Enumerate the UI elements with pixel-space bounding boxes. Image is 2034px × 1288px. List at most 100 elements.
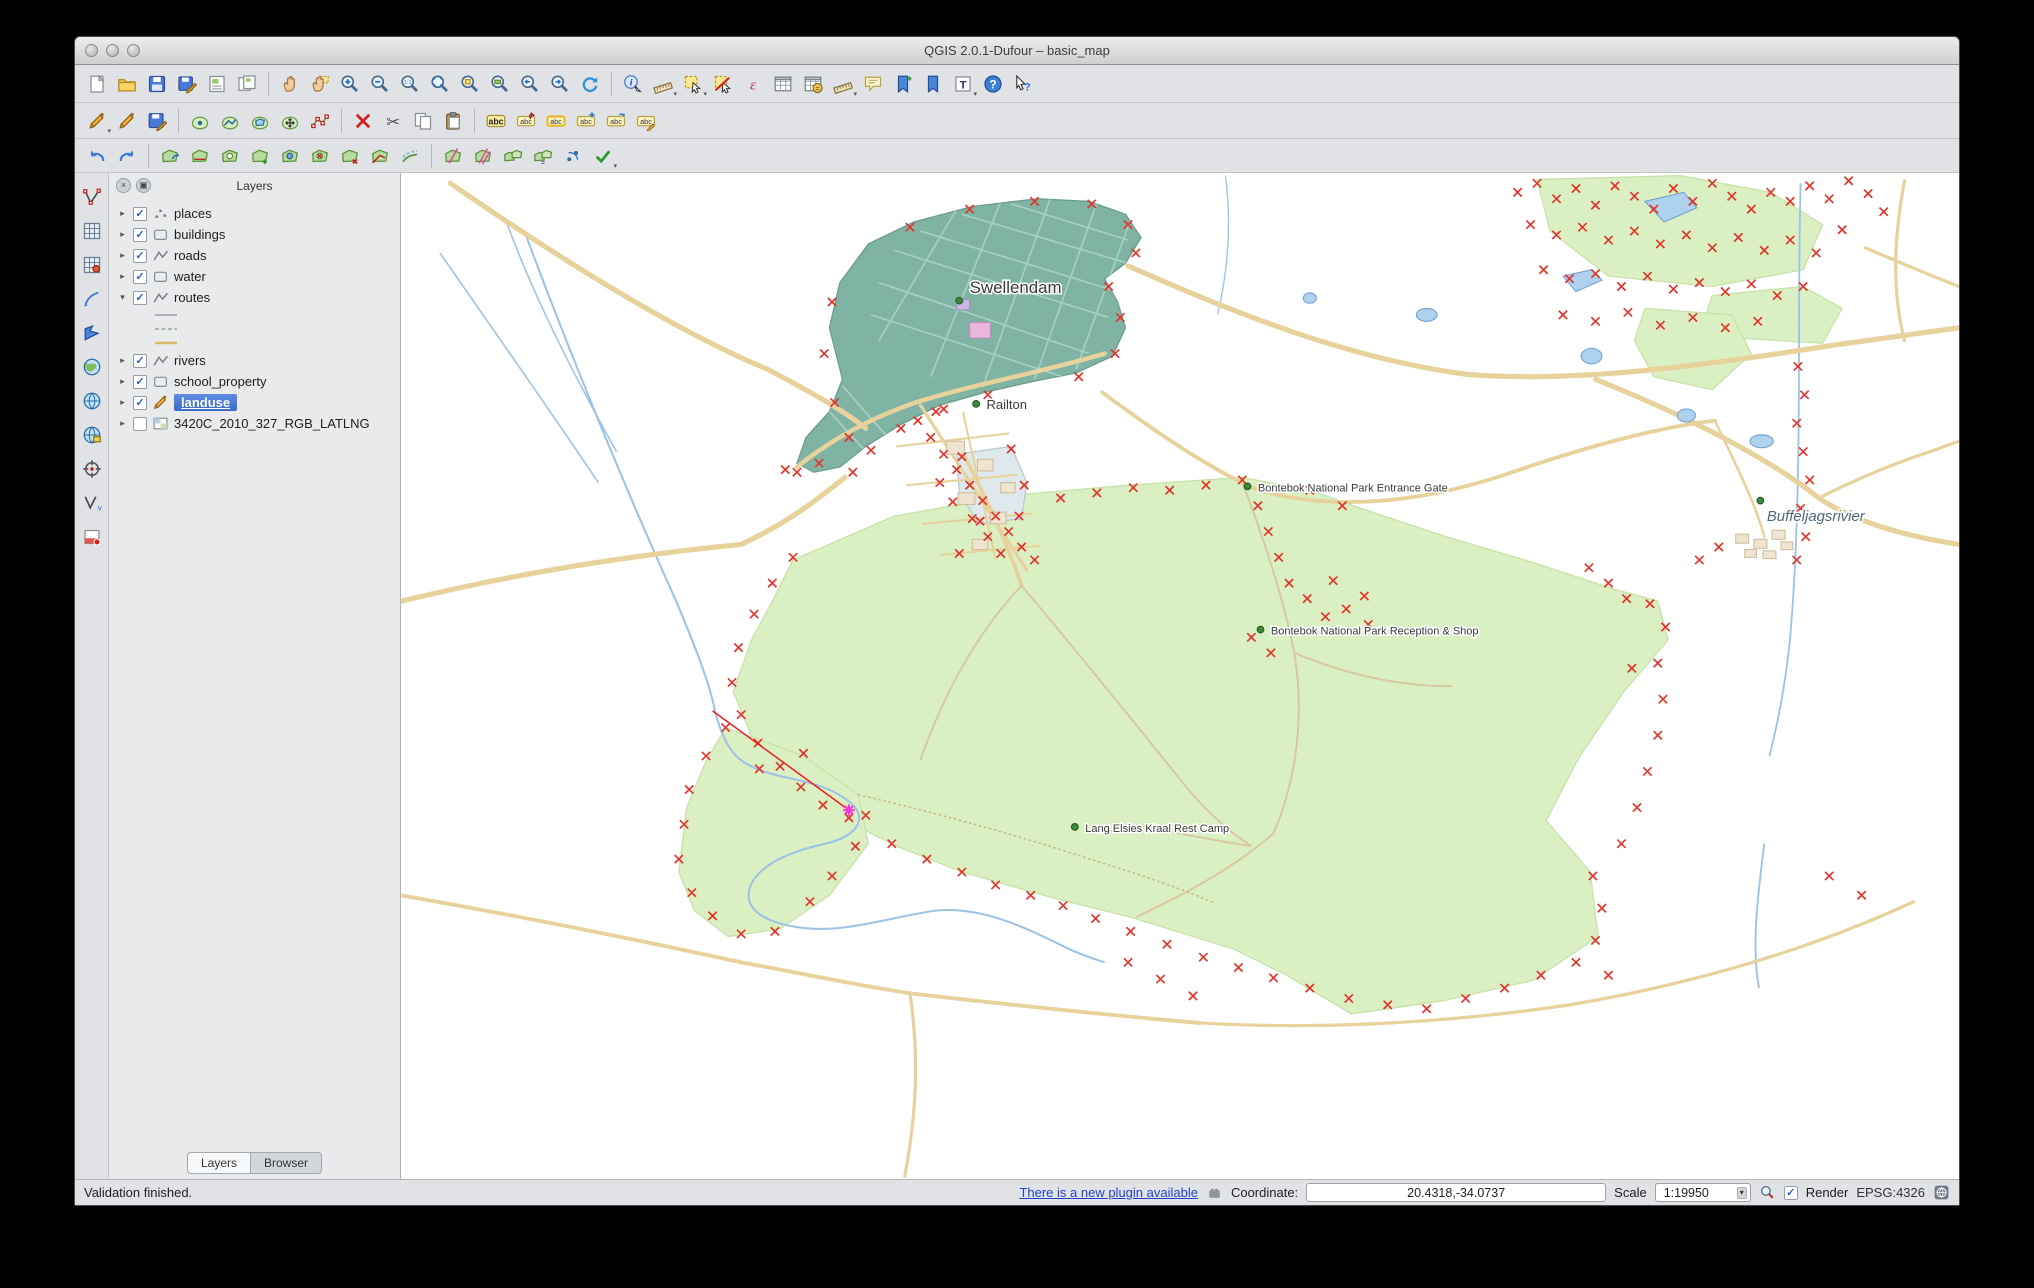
layer-visibility-checkbox[interactable] bbox=[133, 416, 147, 431]
render-checkbox[interactable]: ✓ bbox=[1783, 1185, 1798, 1200]
layer-item-routes[interactable]: ▾ ✓ routes bbox=[109, 287, 400, 308]
move-label-button[interactable]: abc bbox=[572, 107, 600, 135]
layer-expand-arrow-icon[interactable]: ▸ bbox=[117, 229, 128, 240]
titlebar[interactable]: QGIS 2.0.1-Dufour – basic_map bbox=[75, 37, 1959, 65]
check-geometry-validity-button[interactable]: ▾ bbox=[589, 142, 617, 170]
move-feature-button[interactable] bbox=[276, 107, 304, 135]
new-print-composer-button[interactable] bbox=[203, 70, 231, 98]
capture-line-button[interactable] bbox=[216, 107, 244, 135]
layer-item-water[interactable]: ▸ ✓ water bbox=[109, 266, 400, 287]
zoom-in-button[interactable] bbox=[336, 70, 364, 98]
save-project-button[interactable] bbox=[143, 70, 171, 98]
add-ring-button[interactable] bbox=[216, 142, 244, 170]
reshape-features-button[interactable] bbox=[366, 142, 394, 170]
change-label-properties-button[interactable]: abc bbox=[632, 107, 660, 135]
layer-visibility-checkbox[interactable]: ✓ bbox=[133, 290, 147, 305]
undo-button[interactable] bbox=[83, 142, 111, 170]
layer-item-school_property[interactable]: ▸ ✓ school_property bbox=[109, 371, 400, 392]
raster-analysis-tool-button[interactable] bbox=[78, 251, 105, 278]
redo-button[interactable] bbox=[113, 142, 141, 170]
new-bookmark-button[interactable] bbox=[889, 70, 917, 98]
color-layout-tool-button[interactable] bbox=[78, 523, 105, 550]
save-project-as-button[interactable] bbox=[173, 70, 201, 98]
save-layer-edits-button[interactable] bbox=[143, 107, 171, 135]
rotate-point-symbols-button[interactable] bbox=[559, 142, 587, 170]
layer-visibility-checkbox[interactable]: ✓ bbox=[133, 248, 147, 263]
layer-item-roads[interactable]: ▸ ✓ roads bbox=[109, 245, 400, 266]
layer-visibility-checkbox[interactable]: ✓ bbox=[133, 227, 147, 242]
simplify-feature-button[interactable] bbox=[186, 142, 214, 170]
layer-visibility-checkbox[interactable]: ✓ bbox=[133, 206, 147, 221]
pin-unpin-labels-button[interactable]: abc bbox=[512, 107, 540, 135]
new-project-button[interactable] bbox=[83, 70, 111, 98]
layer-visibility-checkbox[interactable]: ✓ bbox=[133, 374, 147, 389]
zoom-button[interactable] bbox=[127, 44, 140, 57]
delete-selected-button[interactable] bbox=[349, 107, 377, 135]
new-plugin-link[interactable]: There is a new plugin available bbox=[1019, 1185, 1198, 1200]
panel-close-button[interactable]: × bbox=[116, 178, 131, 193]
pan-to-selection-button[interactable] bbox=[306, 70, 334, 98]
layer-item-buildings[interactable]: ▸ ✓ buildings bbox=[109, 224, 400, 245]
scale-combobox[interactable]: 1:19950 ▾ bbox=[1654, 1183, 1751, 1202]
layer-expand-arrow-icon[interactable]: ▸ bbox=[117, 397, 128, 408]
web-globe-tool-1-button[interactable] bbox=[78, 353, 105, 380]
merge-attributes-button[interactable]: = bbox=[529, 142, 557, 170]
show-bookmarks-button[interactable] bbox=[919, 70, 947, 98]
coordinate-capture-button[interactable] bbox=[78, 455, 105, 482]
close-button[interactable] bbox=[85, 44, 98, 57]
current-edits-button[interactable]: ▾ bbox=[83, 107, 111, 135]
layer-item-places[interactable]: ▸ ✓ places bbox=[109, 203, 400, 224]
zoom-last-button[interactable] bbox=[516, 70, 544, 98]
minimize-button[interactable] bbox=[106, 44, 119, 57]
help-contents-button[interactable]: ? bbox=[979, 70, 1007, 98]
map-tips-button[interactable] bbox=[859, 70, 887, 98]
layer-visibility-checkbox[interactable]: ✓ bbox=[133, 395, 147, 410]
split-features-button[interactable] bbox=[439, 142, 467, 170]
fill-ring-button[interactable] bbox=[276, 142, 304, 170]
layer-expand-arrow-icon[interactable]: ▸ bbox=[117, 355, 128, 366]
capture-point-button[interactable] bbox=[186, 107, 214, 135]
select-by-expression-button[interactable]: ε bbox=[739, 70, 767, 98]
rotate-feature-button[interactable] bbox=[156, 142, 184, 170]
cut-features-button[interactable]: ✂ bbox=[379, 107, 407, 135]
field-calculator-button[interactable]: = bbox=[799, 70, 827, 98]
open-project-button[interactable] bbox=[113, 70, 141, 98]
layer-expand-arrow-icon[interactable]: ▾ bbox=[117, 292, 128, 303]
crs-globe-button[interactable] bbox=[1933, 1184, 1950, 1201]
layer-item-3420c_2010_327_rgb_latlng[interactable]: ▸ 3420C_2010_327_RGB_LATLNG bbox=[109, 413, 400, 434]
labeling-button[interactable]: abc bbox=[482, 107, 510, 135]
pan-map-button[interactable] bbox=[276, 70, 304, 98]
pointer-tool-button[interactable] bbox=[78, 319, 105, 346]
zoom-actual-size-button[interactable]: 1:1 bbox=[396, 70, 424, 98]
merge-features-button[interactable] bbox=[499, 142, 527, 170]
layer-expand-arrow-icon[interactable]: ▸ bbox=[117, 208, 128, 219]
freehand-draw-tool-button[interactable] bbox=[78, 285, 105, 312]
layer-visibility-checkbox[interactable]: ✓ bbox=[133, 353, 147, 368]
web-globe-tool-3-button[interactable] bbox=[78, 421, 105, 448]
magnifier-icon[interactable] bbox=[1759, 1184, 1776, 1201]
panel-tab-browser[interactable]: Browser bbox=[251, 1151, 323, 1174]
rotate-label-button[interactable]: abc bbox=[602, 107, 630, 135]
zoom-full-extent-button[interactable] bbox=[426, 70, 454, 98]
show-hide-labels-button[interactable]: abc bbox=[542, 107, 570, 135]
layer-expand-arrow-icon[interactable]: ▸ bbox=[117, 418, 128, 429]
delete-part-button[interactable] bbox=[336, 142, 364, 170]
panel-tab-layers[interactable]: Layers bbox=[186, 1151, 251, 1174]
web-globe-tool-2-button[interactable] bbox=[78, 387, 105, 414]
map-canvas[interactable]: Swellendam Railton Bontebok National Park … bbox=[401, 173, 1959, 1179]
panel-detach-button[interactable]: ▣ bbox=[136, 178, 151, 193]
layer-item-landuse[interactable]: ▸ ✓ landuse bbox=[109, 392, 400, 413]
layer-item-rivers[interactable]: ▸ ✓ rivers bbox=[109, 350, 400, 371]
delete-ring-button[interactable] bbox=[306, 142, 334, 170]
toggle-editing-button[interactable] bbox=[113, 107, 141, 135]
layer-visibility-checkbox[interactable]: ✓ bbox=[133, 269, 147, 284]
plugin-icon[interactable] bbox=[1206, 1184, 1223, 1201]
raster-grid-tool-button[interactable] bbox=[78, 217, 105, 244]
refresh-map-button[interactable] bbox=[576, 70, 604, 98]
capture-polygon-button[interactable] bbox=[246, 107, 274, 135]
copy-features-button[interactable] bbox=[409, 107, 437, 135]
measure-button[interactable]: ▾ bbox=[649, 70, 677, 98]
coordinate-input[interactable]: 20.4318,-34.0737 bbox=[1306, 1183, 1607, 1202]
paste-features-button[interactable] bbox=[439, 107, 467, 135]
composer-manager-button[interactable] bbox=[233, 70, 261, 98]
